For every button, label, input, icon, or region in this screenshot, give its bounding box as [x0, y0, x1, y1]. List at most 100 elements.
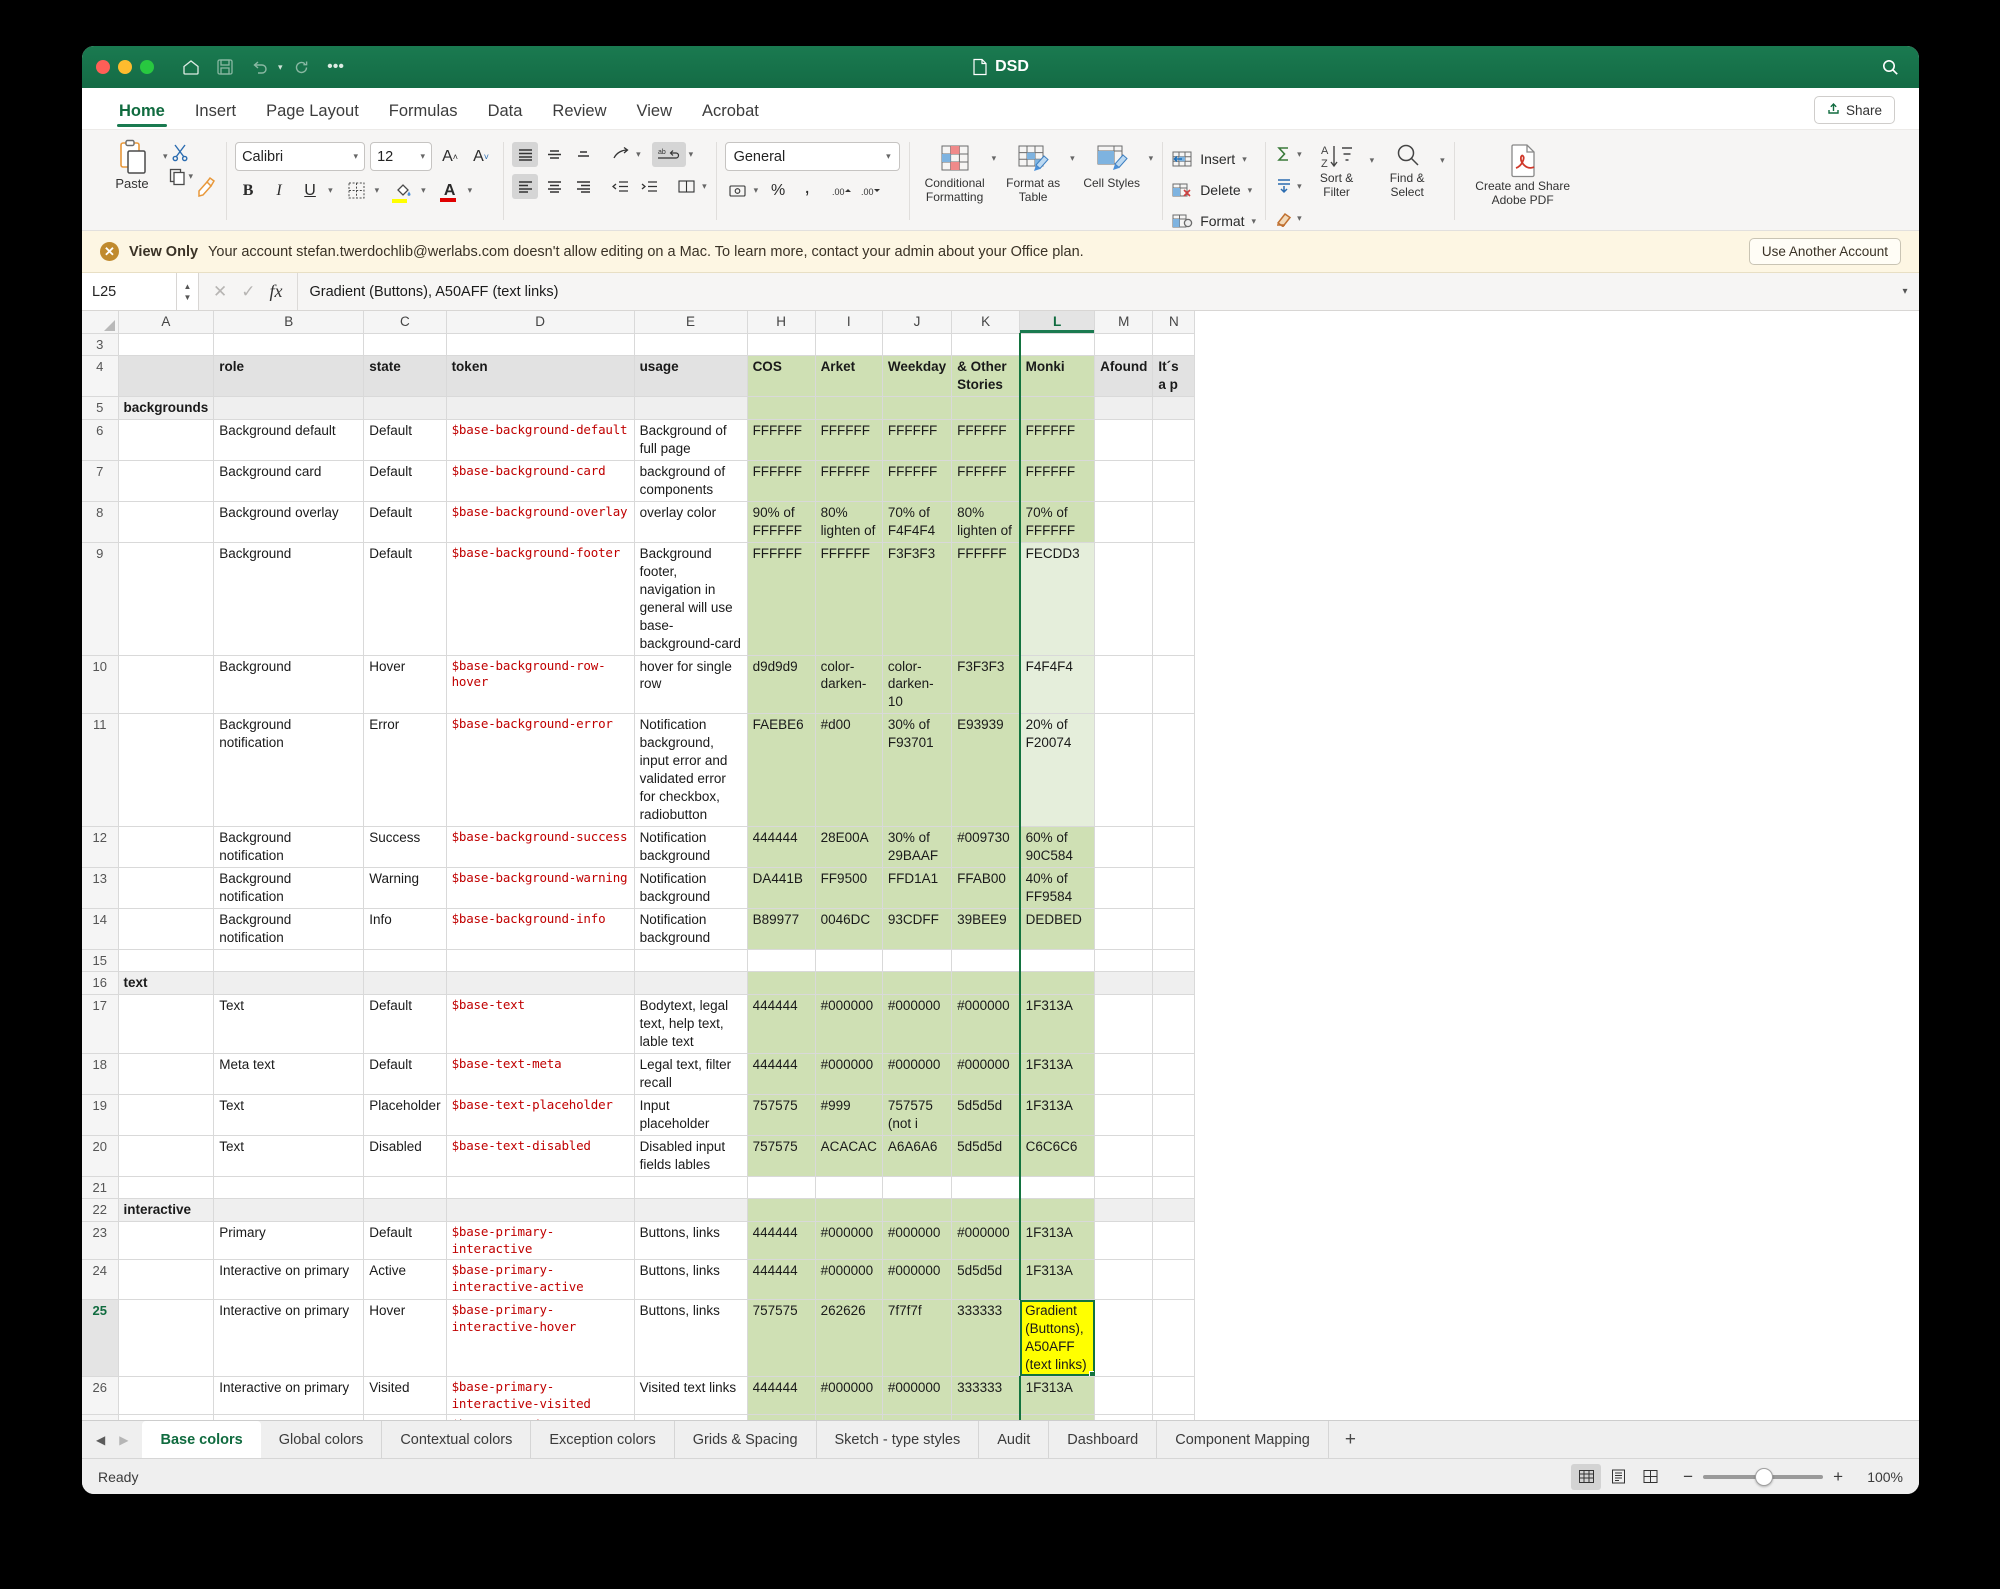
cell-D5[interactable] — [446, 396, 635, 421]
insert-cells-button[interactable]: Insert ▾ — [1171, 145, 1256, 173]
cell-K14[interactable]: 39BEE9 — [951, 908, 1021, 950]
cell-A12[interactable] — [118, 826, 215, 869]
cell-E11[interactable]: Notification background, input error and… — [634, 713, 748, 828]
sort-filter-dropdown-icon[interactable]: ▾ — [1370, 156, 1375, 200]
save-icon[interactable] — [210, 53, 240, 81]
column-header-i[interactable]: I — [815, 311, 883, 334]
cell-J9[interactable]: F3F3F3 — [882, 542, 953, 656]
sheet-nav-arrows[interactable]: ◀ ▶ — [90, 1421, 142, 1458]
align-left-button[interactable] — [512, 174, 539, 199]
cell-J11[interactable]: 30% of F93701 — [882, 713, 953, 828]
cell-L8[interactable]: 70% of FFFFFF — [1018, 501, 1096, 543]
cell-C25[interactable]: Hover — [363, 1299, 447, 1377]
cell-M16[interactable] — [1094, 971, 1154, 996]
align-bottom-button[interactable] — [570, 142, 596, 167]
cell-M3[interactable] — [1094, 333, 1154, 357]
sheet-tab-dashboard[interactable]: Dashboard — [1049, 1421, 1158, 1458]
row-header-13[interactable]: 13 — [82, 867, 119, 909]
cell-I15[interactable] — [815, 949, 883, 973]
cell-A27[interactable] — [118, 1414, 215, 1420]
cell-N26[interactable] — [1152, 1376, 1196, 1416]
page-break-view-icon[interactable] — [1635, 1464, 1665, 1490]
column-header-n[interactable]: N — [1152, 311, 1196, 334]
find-select-button[interactable]: Find & Select — [1378, 142, 1436, 200]
cell-I7[interactable]: FFFFFF — [815, 460, 883, 502]
cell-E22[interactable] — [634, 1198, 748, 1222]
align-middle-button[interactable] — [541, 142, 567, 167]
cell-M26[interactable] — [1094, 1376, 1154, 1416]
cell-B11[interactable]: Background notification — [213, 713, 365, 828]
cell-H24[interactable]: 444444 — [747, 1259, 816, 1301]
row-header-3[interactable]: 3 — [82, 333, 119, 357]
cell-D16[interactable] — [446, 971, 635, 996]
borders-button[interactable] — [344, 178, 370, 203]
cell-C20[interactable]: Disabled — [363, 1135, 447, 1177]
merge-cells-button[interactable] — [673, 174, 699, 199]
cell-E18[interactable]: Legal text, filter recall — [634, 1053, 748, 1095]
zoom-control[interactable]: − + 100% — [1683, 1467, 1903, 1487]
row-header-25[interactable]: 25 — [82, 1299, 119, 1377]
sheet-tab-audit[interactable]: Audit — [979, 1421, 1050, 1458]
cell-C15[interactable] — [363, 949, 447, 973]
cell-H25[interactable]: 757575 — [747, 1299, 816, 1377]
cell-H6[interactable]: FFFFFF — [747, 419, 816, 461]
cell-C26[interactable]: Visited — [363, 1376, 447, 1416]
column-header-l[interactable]: L — [1019, 311, 1096, 334]
cell-N7[interactable] — [1152, 460, 1196, 502]
cell-A22[interactable]: interactive — [118, 1198, 215, 1222]
cell-E6[interactable]: Background of full page — [634, 419, 748, 461]
next-sheet-icon[interactable]: ▶ — [119, 1433, 128, 1447]
cell-L15[interactable] — [1018, 949, 1096, 973]
cell-B24[interactable]: Interactive on primary — [213, 1259, 365, 1301]
cell-N15[interactable] — [1152, 949, 1196, 973]
cell-I23[interactable]: #000000 — [815, 1221, 883, 1261]
cell-M7[interactable] — [1094, 460, 1154, 502]
more-icon[interactable]: ••• — [321, 53, 351, 81]
row-header-12[interactable]: 12 — [82, 826, 119, 869]
cell-B6[interactable]: Background default — [213, 419, 365, 461]
comma-style-button[interactable]: , — [794, 176, 820, 203]
formula-input[interactable]: Gradient (Buttons), A50AFF (text links) — [296, 273, 1892, 310]
cell-M9[interactable] — [1094, 542, 1154, 656]
cell-L10[interactable]: F4F4F4 — [1018, 655, 1096, 715]
cell-D21[interactable] — [446, 1176, 635, 1199]
cell-D13[interactable]: $base-background-warning — [446, 867, 635, 909]
cell-H11[interactable]: FAEBE6 — [747, 713, 816, 828]
cell-M19[interactable] — [1094, 1094, 1154, 1136]
cell-A20[interactable] — [118, 1135, 215, 1177]
maximize-button[interactable] — [140, 60, 154, 74]
ribbon-tab-data[interactable]: Data — [475, 98, 536, 129]
cell-K22[interactable] — [951, 1198, 1021, 1222]
cell-C8[interactable]: Default — [363, 501, 447, 543]
cell-A5[interactable]: backgrounds — [118, 396, 215, 421]
cell-I10[interactable]: color-darken- — [815, 655, 883, 715]
row-header-15[interactable]: 15 — [82, 949, 119, 973]
cell-M25[interactable] — [1094, 1299, 1154, 1377]
cell-I14[interactable]: 0046DC — [815, 908, 883, 950]
format-painter-button[interactable] — [195, 173, 217, 202]
currency-button[interactable] — [725, 178, 751, 203]
cell-E7[interactable]: background of components — [634, 460, 748, 502]
cell-C18[interactable]: Default — [363, 1053, 447, 1095]
cell-B21[interactable] — [213, 1176, 365, 1199]
cell-E21[interactable] — [634, 1176, 748, 1199]
cell-D3[interactable] — [446, 333, 635, 357]
cell-N25[interactable] — [1152, 1299, 1196, 1377]
cell-I3[interactable] — [815, 333, 883, 357]
cell-N18[interactable] — [1152, 1053, 1196, 1095]
ribbon-tab-page-layout[interactable]: Page Layout — [253, 98, 372, 129]
cell-A11[interactable] — [118, 713, 215, 828]
select-all-corner[interactable] — [82, 311, 119, 334]
cell-H18[interactable]: 444444 — [747, 1053, 816, 1095]
cell-I20[interactable]: ACACAC — [815, 1135, 883, 1177]
clear-button[interactable]: ▾ — [1274, 205, 1302, 231]
cell-H7[interactable]: FFFFFF — [747, 460, 816, 502]
cell-E15[interactable] — [634, 949, 748, 973]
cell-K3[interactable] — [951, 333, 1021, 357]
cell-N17[interactable] — [1152, 994, 1196, 1054]
cell-L25[interactable]: Gradient (Buttons), A50AFF (text links) — [1019, 1299, 1096, 1377]
cell-N24[interactable] — [1152, 1259, 1196, 1301]
cell-J5[interactable] — [882, 396, 953, 421]
row-header-19[interactable]: 19 — [82, 1094, 119, 1136]
cell-C27[interactable]: Default — [363, 1414, 447, 1420]
